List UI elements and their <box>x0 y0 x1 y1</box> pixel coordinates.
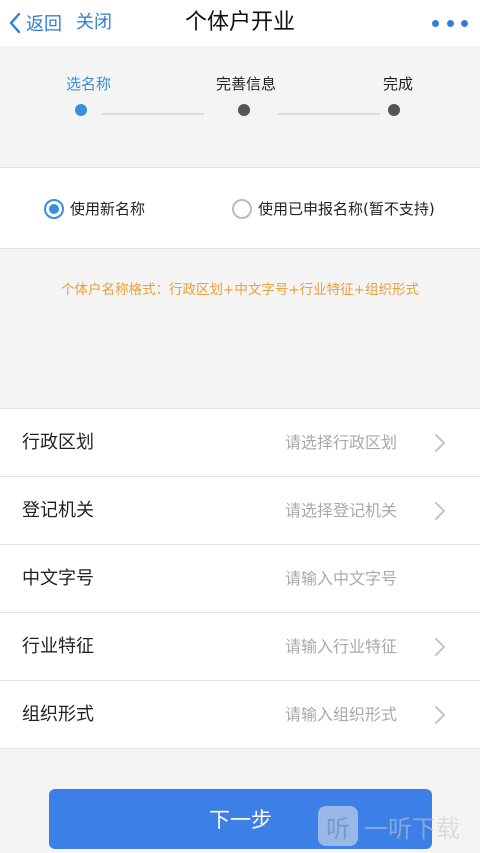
step-dot-done <box>388 104 400 116</box>
row-label: 组织形式 <box>22 704 94 725</box>
radio-checked-icon <box>44 198 64 219</box>
radio-label: 使用新名称 <box>70 200 146 218</box>
step-connector <box>102 113 204 115</box>
step-progress: 选名称 完善信息 完成 <box>0 46 480 166</box>
radio-label: 使用已申报名称(暂不支持) <box>258 200 435 218</box>
watermark-logo-icon: 听 <box>318 806 358 846</box>
radio-use-new-name[interactable]: 使用新名称 <box>44 198 145 219</box>
registration-authority-select[interactable]: 请选择登记机关 <box>285 477 397 544</box>
name-form: 行政区划 请选择行政区划 登记机关 请选择登记机关 中文字号 请输入中文字号 行… <box>0 408 480 749</box>
more-icon[interactable] <box>432 12 468 34</box>
step-label-done: 完成 <box>383 75 414 93</box>
row-label: 行业特征 <box>22 636 94 657</box>
chevron-right-icon <box>435 434 445 452</box>
organization-form-input[interactable]: 请输入组织形式 <box>285 681 397 748</box>
step-label-select-name: 选名称 <box>66 75 112 93</box>
form-row-admin-division[interactable]: 行政区划 请选择行政区划 <box>0 409 480 477</box>
watermark-text: 一听下载 <box>364 814 460 843</box>
form-row-registration-authority[interactable]: 登记机关 请选择登记机关 <box>0 477 480 545</box>
name-option-group: 使用新名称 使用已申报名称(暂不支持) <box>0 167 480 249</box>
radio-use-declared-name[interactable]: 使用已申报名称(暂不支持) <box>232 198 435 219</box>
step-dot-complete-info <box>238 104 250 116</box>
admin-division-select[interactable]: 请选择行政区划 <box>285 409 397 476</box>
page-title: 个体户开业 <box>184 10 295 35</box>
row-label: 登记机关 <box>22 500 94 521</box>
row-label: 中文字号 <box>22 568 94 589</box>
navbar: 返回 关闭 个体户开业 <box>0 0 480 46</box>
chevron-right-icon <box>435 706 445 724</box>
step-label-complete-info: 完善信息 <box>216 75 277 93</box>
chevron-right-icon <box>435 502 445 520</box>
step-dot-select-name <box>75 104 87 116</box>
watermark: 听 一听下载 <box>318 806 460 846</box>
form-row-industry-feature[interactable]: 行业特征 请输入行业特征 <box>0 613 480 681</box>
row-label: 行政区划 <box>22 432 94 453</box>
industry-feature-input[interactable]: 请输入行业特征 <box>285 613 397 680</box>
chinese-trade-name-input[interactable]: 请输入中文字号 <box>285 545 397 612</box>
name-format-hint: 个体户名称格式：行政区划+中文字号+行业特征+组织形式 <box>0 250 480 325</box>
form-row-organization-form[interactable]: 组织形式 请输入组织形式 <box>0 681 480 749</box>
radio-unchecked-icon <box>232 198 252 219</box>
chevron-right-icon <box>435 638 445 656</box>
step-connector <box>278 113 380 115</box>
form-row-chinese-trade-name[interactable]: 中文字号 请输入中文字号 <box>0 545 480 613</box>
